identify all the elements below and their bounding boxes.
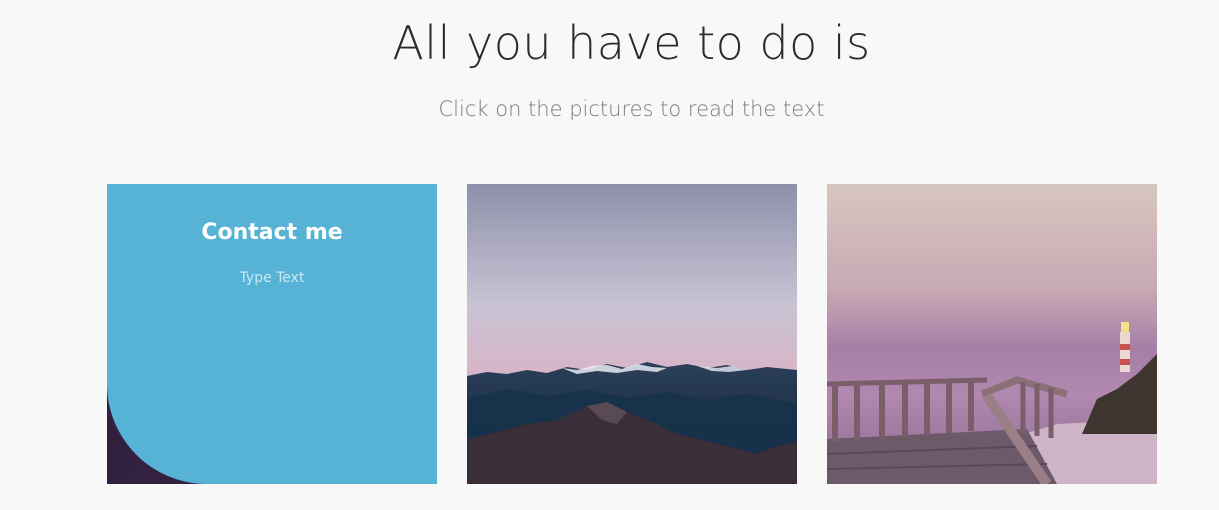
overlay-title: Contact me (201, 220, 343, 245)
mountain-range-photo (467, 184, 797, 484)
card-boardwalk[interactable] (827, 184, 1157, 484)
page: All you have to do is Click on the pictu… (0, 0, 1219, 510)
boardwalk-lighthouse-photo (827, 184, 1157, 484)
card-mountains[interactable] (467, 184, 797, 484)
page-subtitle: Click on the pictures to read the text (438, 97, 825, 121)
contact-overlay: Contact me Type Text (107, 184, 437, 484)
page-title: All you have to do is (392, 16, 871, 70)
card-contact[interactable]: Contact me Type Text (107, 184, 437, 484)
overlay-text: Type Text (239, 270, 305, 286)
